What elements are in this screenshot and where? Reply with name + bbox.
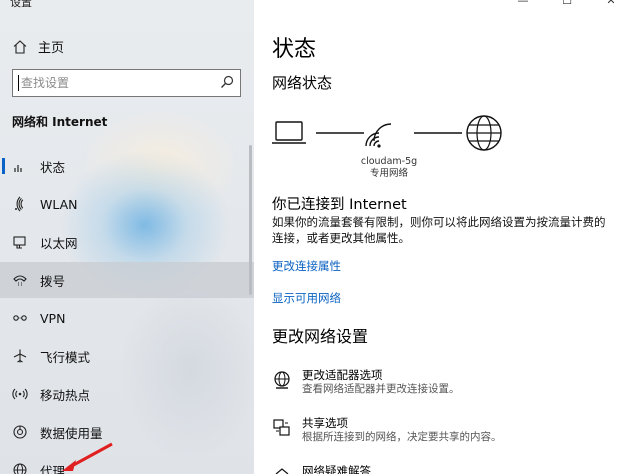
- sidebar-item-ethernet[interactable]: 以太网: [0, 224, 254, 260]
- sidebar-item-data-usage[interactable]: 数据使用量: [0, 414, 254, 450]
- sidebar-item-label: 拨号: [40, 273, 66, 289]
- sidebar-item-dialup[interactable]: 拨号: [0, 262, 254, 298]
- sidebar-item-label: 飞行模式: [40, 349, 91, 365]
- sidebar-item-wlan[interactable]: WLAN: [0, 186, 254, 222]
- network-name: cloudam-5g: [360, 156, 418, 167]
- text-caret: [18, 75, 19, 91]
- option-description: 根据所连接到的网络，决定要共享的内容。: [302, 431, 502, 443]
- connected-title: 你已连接到 Internet: [272, 197, 407, 213]
- minimize-button[interactable]: —: [501, 0, 545, 7]
- network-type: 专用网络: [369, 168, 408, 179]
- red-arrow-annotation: [62, 442, 113, 471]
- sidebar-item-vpn[interactable]: VPN: [0, 300, 254, 336]
- home-icon: [12, 39, 28, 55]
- option-title: 共享选项: [302, 416, 348, 430]
- sharing-options-item[interactable]: 共享选项 根据所连接到的网络，决定要共享的内容。: [272, 416, 502, 444]
- search-input[interactable]: [21, 76, 201, 90]
- window-title: 设置: [10, 0, 32, 9]
- sidebar-item-label: 数据使用量: [40, 425, 103, 441]
- airplane-icon: [12, 348, 28, 364]
- window-controls: — ☐ ✕: [501, 0, 633, 7]
- hotspot-icon: [12, 386, 28, 402]
- vpn-icon: [12, 310, 28, 326]
- adapter-options-item[interactable]: 更改适配器选项 查看网络适配器并更改连接设置。: [272, 368, 460, 396]
- sidebar: 设置 主页 网络和 Internet 状态 WLAN 以太网: [0, 0, 254, 474]
- option-title: 网络疑难解答: [302, 464, 371, 474]
- search-icon[interactable]: [220, 74, 234, 93]
- section-title: 网络和 Internet: [12, 115, 108, 129]
- globe-icon: [12, 462, 28, 474]
- ethernet-icon: [12, 234, 28, 250]
- home-label: 主页: [38, 41, 65, 56]
- change-properties-link[interactable]: 更改连接属性: [272, 258, 341, 274]
- main-content: — ☐ ✕ 状态 网络状态 cloudam-5g 专用网络 你已连接到 Inte…: [254, 0, 633, 474]
- option-title: 更改适配器选项: [302, 368, 383, 382]
- wifi-icon: [12, 196, 28, 212]
- adapter-globe-icon: [272, 370, 292, 390]
- home-link[interactable]: 主页: [12, 37, 64, 56]
- dialup-icon: [12, 272, 28, 288]
- change-settings-heading: 更改网络设置: [272, 327, 369, 346]
- network-label: cloudam-5g 专用网络: [352, 156, 426, 180]
- sidebar-item-status[interactable]: 状态: [0, 148, 254, 184]
- sharing-icon: [272, 418, 292, 438]
- sidebar-item-label: 以太网: [40, 235, 78, 251]
- connected-description: 如果你的流量套餐有限制，则你可以将此网络设置为按流量计费的连接，或者更改其他属性…: [272, 215, 606, 245]
- status-icon: [12, 158, 28, 174]
- troubleshoot-icon: [272, 466, 292, 474]
- sidebar-item-mobile-hotspot[interactable]: 移动热点: [0, 376, 254, 412]
- scrollbar-thumb[interactable]: [249, 145, 252, 295]
- sidebar-item-label: VPN: [40, 310, 66, 326]
- data-usage-icon: [12, 424, 28, 440]
- search-box[interactable]: [12, 69, 241, 97]
- laptop-icon: [272, 121, 306, 144]
- sidebar-item-label: 状态: [40, 159, 66, 175]
- sidebar-item-label: WLAN: [40, 196, 78, 212]
- network-status-heading: 网络状态: [272, 74, 333, 92]
- maximize-button[interactable]: ☐: [545, 0, 589, 7]
- option-description: 查看网络适配器并更改连接设置。: [302, 383, 460, 395]
- sidebar-item-label: 移动热点: [40, 387, 91, 403]
- wifi-router-icon: [365, 123, 392, 148]
- internet-globe-icon: [466, 115, 502, 151]
- troubleshoot-item[interactable]: 网络疑难解答: [272, 464, 371, 474]
- sidebar-item-proxy[interactable]: 代理: [0, 452, 254, 474]
- page-title: 状态: [272, 37, 317, 62]
- sidebar-item-airplane-mode[interactable]: 飞行模式: [0, 338, 254, 374]
- show-networks-link[interactable]: 显示可用网络: [272, 290, 341, 306]
- close-button[interactable]: ✕: [589, 0, 633, 7]
